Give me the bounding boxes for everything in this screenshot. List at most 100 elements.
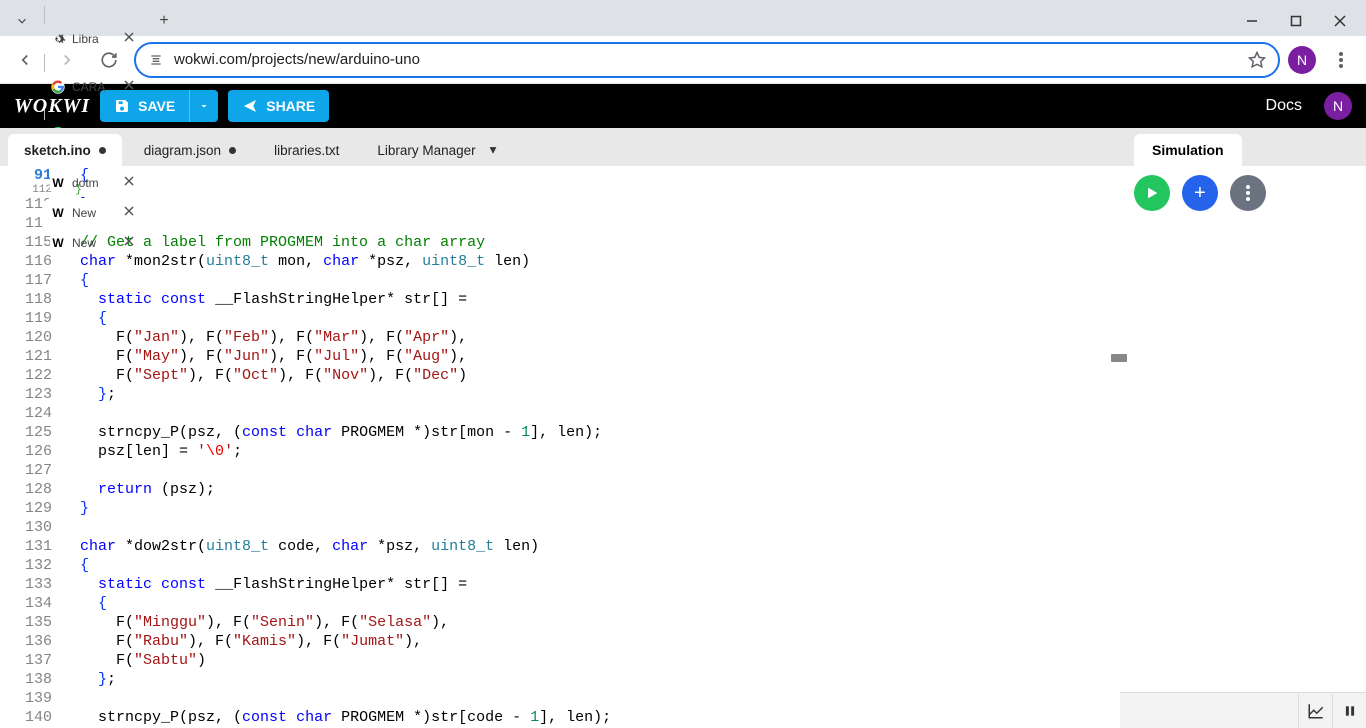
code-line[interactable]: { <box>62 556 1120 575</box>
line-number: 128 <box>0 480 52 499</box>
code-line[interactable]: strncpy_P(psz, (const char PROGMEM *)str… <box>62 423 1120 442</box>
code-line[interactable] <box>62 689 1120 708</box>
code-editor[interactable]: 9111211311411511611711811912012112212312… <box>0 166 1120 728</box>
line-number: 133 <box>0 575 52 594</box>
line-number: 117 <box>0 271 52 290</box>
browser-tab[interactable]: Libra <box>44 24 144 54</box>
line-number: 135 <box>0 613 52 632</box>
line-number: 124 <box>0 404 52 423</box>
code-line[interactable]: } <box>62 185 1120 195</box>
share-label: SHARE <box>266 98 315 114</box>
code-line[interactable]: char *mon2str(uint8_t mon, char *psz, ui… <box>62 252 1120 271</box>
file-tab[interactable]: sketch.ino <box>8 134 122 166</box>
simulation-tab[interactable]: Simulation <box>1134 134 1242 166</box>
pause-button[interactable] <box>1332 694 1366 728</box>
window-maximize-button[interactable] <box>1274 6 1318 36</box>
share-button[interactable]: SHARE <box>228 90 329 122</box>
simulation-panel: Simulation + <box>1120 128 1366 728</box>
browser-menu-button[interactable] <box>1324 52 1358 68</box>
chevron-down-icon <box>198 100 210 112</box>
code-line[interactable]: F("Sabtu") <box>62 651 1120 670</box>
code-line[interactable]: return (psz); <box>62 480 1120 499</box>
code-line[interactable]: } <box>62 499 1120 518</box>
code-line[interactable]: { <box>62 594 1120 613</box>
code-line[interactable]: }; <box>62 670 1120 689</box>
code-line[interactable]: { <box>62 166 1120 185</box>
plotter-button[interactable] <box>1298 694 1332 728</box>
line-number: 123 <box>0 385 52 404</box>
code-line[interactable]: } <box>62 195 1120 214</box>
line-number: 131 <box>0 537 52 556</box>
tab-favicon: W <box>50 175 66 191</box>
tab-title: dotm <box>72 176 118 190</box>
line-number: 121 <box>0 347 52 366</box>
code-line[interactable]: F("Rabu"), F("Kamis"), F("Jumat"), <box>62 632 1120 651</box>
share-icon <box>242 98 258 114</box>
code-line[interactable]: F("Minggu"), F("Senin"), F("Selasa"), <box>62 613 1120 632</box>
pane-splitter-handle[interactable] <box>1111 354 1127 362</box>
code-line[interactable]: psz[len] = '\0'; <box>62 442 1120 461</box>
dirty-indicator-icon <box>99 147 106 154</box>
browser-tab[interactable]: W New <box>44 198 144 228</box>
tab-title: New <box>72 236 118 250</box>
tab-close-button[interactable] <box>124 236 138 250</box>
profile-avatar[interactable]: N <box>1288 46 1316 74</box>
window-close-button[interactable] <box>1318 6 1362 36</box>
simulation-options-button[interactable] <box>1230 175 1266 211</box>
line-number: 120 <box>0 328 52 347</box>
chart-icon <box>1307 702 1325 720</box>
code-line[interactable]: }; <box>62 385 1120 404</box>
code-line[interactable]: F("May"), F("Jun"), F("Jul"), F("Aug"), <box>62 347 1120 366</box>
app-avatar[interactable]: N <box>1324 92 1352 120</box>
code-line[interactable]: static const __FlashStringHelper* str[] … <box>62 575 1120 594</box>
line-number: 132 <box>0 556 52 575</box>
tab-close-button[interactable] <box>124 80 138 94</box>
tab-close-button[interactable] <box>124 206 138 220</box>
dirty-indicator-icon <box>229 147 236 154</box>
tab-close-button[interactable] <box>124 176 138 190</box>
save-dropdown-button[interactable] <box>189 90 218 122</box>
run-simulation-button[interactable] <box>1134 175 1170 211</box>
bookmark-star-icon[interactable] <box>1248 51 1266 69</box>
browser-tab[interactable]: CARA <box>44 72 144 102</box>
new-tab-button[interactable]: + <box>150 7 178 35</box>
file-tab[interactable]: diagram.json <box>128 134 252 166</box>
code-line[interactable]: { <box>62 309 1120 328</box>
file-tab[interactable]: libraries.txt <box>258 134 355 166</box>
tab-search-button[interactable] <box>4 7 40 35</box>
nav-back-button[interactable] <box>8 43 42 77</box>
code-line[interactable]: F("Jan"), F("Feb"), F("Mar"), F("Apr"), <box>62 328 1120 347</box>
code-line[interactable]: char *dow2str(uint8_t code, char *psz, u… <box>62 537 1120 556</box>
code-line[interactable]: { <box>62 271 1120 290</box>
browser-tab[interactable]: W dotm <box>44 168 144 198</box>
add-component-button[interactable]: + <box>1182 175 1218 211</box>
browser-tab[interactable]: W New <box>44 228 144 258</box>
file-tab[interactable]: Library Manager ▾ <box>361 134 512 166</box>
line-number: 134 <box>0 594 52 613</box>
address-bar[interactable]: wokwi.com/projects/new/arduino-uno <box>134 42 1280 78</box>
line-number: 122 <box>0 366 52 385</box>
chevron-down-icon: ▾ <box>490 142 497 158</box>
code-line[interactable] <box>62 404 1120 423</box>
tab-favicon: W <box>50 205 66 221</box>
tab-close-button[interactable] <box>124 32 138 46</box>
docs-link[interactable]: Docs <box>1266 97 1302 115</box>
code-line[interactable]: static const __FlashStringHelper* str[] … <box>62 290 1120 309</box>
line-number: 139 <box>0 689 52 708</box>
code-content[interactable]: { } } // Get a label from PROGMEM into a… <box>62 166 1120 728</box>
simulation-canvas[interactable] <box>1120 220 1366 692</box>
window-minimize-button[interactable] <box>1230 6 1274 36</box>
code-line[interactable]: // Get a label from PROGMEM into a char … <box>62 233 1120 252</box>
code-line[interactable]: strncpy_P(psz, (const char PROGMEM *)str… <box>62 708 1120 727</box>
url-text: wokwi.com/projects/new/arduino-uno <box>174 51 1238 68</box>
code-line[interactable] <box>62 461 1120 480</box>
line-number: 127 <box>0 461 52 480</box>
svg-text:W: W <box>52 176 64 190</box>
address-bar-row: wokwi.com/projects/new/arduino-uno N <box>0 36 1366 84</box>
line-number: 118 <box>0 290 52 309</box>
code-line[interactable]: F("Sept"), F("Oct"), F("Nov"), F("Dec") <box>62 366 1120 385</box>
code-line[interactable] <box>62 214 1120 233</box>
code-line[interactable] <box>62 518 1120 537</box>
browser-tab[interactable]: 🦁 Matri <box>44 0 144 6</box>
site-info-icon[interactable] <box>148 52 164 68</box>
